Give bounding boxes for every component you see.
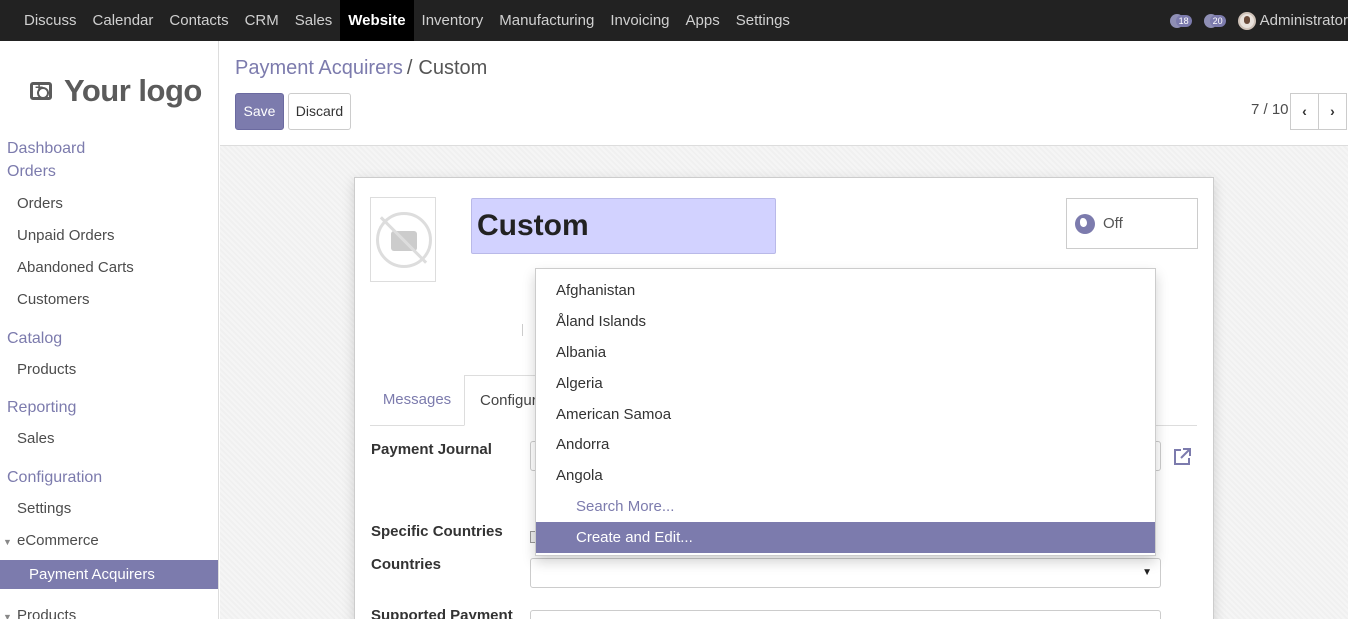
camera-plus-icon: +: [30, 79, 52, 100]
sidebar-heading-configuration: Configuration: [7, 469, 103, 486]
activity-button[interactable]: 18: [1169, 13, 1192, 28]
external-link-icon[interactable]: [1172, 447, 1192, 467]
sidebar-item-products-config[interactable]: Products: [17, 607, 76, 619]
messages-count-badge: 20: [1209, 14, 1226, 27]
discard-button[interactable]: Discard: [288, 93, 351, 130]
caret-down-icon: ▼: [1142, 567, 1152, 578]
toggle-label: Off: [1103, 215, 1123, 232]
sidebar-item-unpaid-orders[interactable]: Unpaid Orders: [17, 227, 115, 244]
sidebar-item-customers[interactable]: Customers: [17, 291, 90, 308]
chevron-left-icon: ‹: [1302, 103, 1307, 119]
countries-autocomplete-dropdown: Afghanistan Åland Islands Albania Algeri…: [535, 268, 1156, 556]
user-name: Administrator: [1259, 12, 1348, 29]
supported-payment-field[interactable]: [530, 610, 1161, 619]
messages-button[interactable]: 20: [1203, 13, 1226, 28]
dropdown-option[interactable]: Andorra: [536, 429, 1155, 460]
pager-next-button[interactable]: ›: [1318, 93, 1347, 130]
breadcrumb-current: Custom: [418, 57, 488, 79]
dropdown-option[interactable]: Afghanistan: [536, 275, 1155, 306]
sidebar-heading-orders: Orders: [7, 163, 56, 180]
menu-website[interactable]: Website: [340, 0, 414, 41]
sidebar-item-sales[interactable]: Sales: [17, 430, 55, 447]
caret-down-icon: ▼: [3, 537, 12, 547]
menu-sales[interactable]: Sales: [287, 0, 341, 41]
pager-value: 7 / 10: [1251, 101, 1289, 118]
avatar: [1237, 11, 1256, 30]
dropdown-option[interactable]: Algeria: [536, 368, 1155, 399]
supported-payment-label: Supported Payment: [371, 607, 513, 619]
breadcrumb: Payment Acquirers / Custom: [235, 57, 487, 80]
field-divider: [522, 324, 523, 336]
sidebar-item-abandoned-carts[interactable]: Abandoned Carts: [17, 259, 134, 276]
create-and-edit-option[interactable]: Create and Edit...: [536, 522, 1155, 553]
tab-configuration[interactable]: Configuration: [464, 375, 544, 426]
sidebar-heading-catalog: Catalog: [7, 330, 63, 347]
breadcrumb-parent[interactable]: Payment Acquirers: [235, 57, 403, 79]
caret-down-icon: ▼: [3, 612, 12, 619]
menu-apps[interactable]: Apps: [678, 0, 728, 41]
menu-invoicing[interactable]: Invoicing: [602, 0, 677, 41]
save-button[interactable]: Save: [235, 93, 284, 130]
menu-discuss[interactable]: Discuss: [16, 0, 85, 41]
user-menu[interactable]: Administrator: [1237, 11, 1348, 30]
name-input[interactable]: Custom: [471, 198, 776, 254]
tab-messages[interactable]: Messages: [370, 375, 464, 426]
sidebar-item-payment-acquirers[interactable]: Payment Acquirers: [0, 560, 218, 589]
menu-inventory[interactable]: Inventory: [414, 0, 492, 41]
breadcrumb-separator: /: [406, 57, 413, 79]
menu-crm[interactable]: CRM: [237, 0, 287, 41]
menu-contacts[interactable]: Contacts: [161, 0, 236, 41]
sidebar-item-products[interactable]: Products: [17, 361, 76, 378]
sidebar-heading-reporting: Reporting: [7, 399, 77, 416]
sidebar-item-dashboard[interactable]: Dashboard: [7, 140, 85, 158]
pager-previous-button[interactable]: ‹: [1290, 93, 1319, 130]
search-more-option[interactable]: Search More...: [536, 491, 1155, 522]
menu-manufacturing[interactable]: Manufacturing: [491, 0, 602, 41]
dropdown-option[interactable]: American Samoa: [536, 399, 1155, 430]
dropdown-option[interactable]: Angola: [536, 460, 1155, 491]
website-published-toggle[interactable]: Off: [1066, 198, 1198, 249]
company-logo[interactable]: + Your logo: [30, 73, 202, 109]
payment-journal-label: Payment Journal: [371, 441, 492, 458]
menu-settings[interactable]: Settings: [728, 0, 798, 41]
sidebar-item-ecommerce[interactable]: eCommerce: [17, 532, 99, 549]
top-navbar: Discuss Calendar Contacts CRM Sales Webs…: [0, 0, 1348, 41]
sidebar: + Your logo Dashboard Orders Orders Unpa…: [0, 41, 219, 619]
chevron-right-icon: ›: [1330, 103, 1335, 119]
countries-label: Countries: [371, 556, 442, 573]
sidebar-item-orders[interactable]: Orders: [17, 195, 63, 212]
logo-text: Your logo: [64, 73, 202, 108]
app-menu: Discuss Calendar Contacts CRM Sales Webs…: [0, 0, 798, 41]
dropdown-option[interactable]: Åland Islands: [536, 306, 1155, 337]
systray: 18 20 Administrator: [1169, 0, 1348, 41]
specific-countries-label: Specific Countries: [371, 523, 503, 540]
menu-calendar[interactable]: Calendar: [85, 0, 162, 41]
globe-icon: [1075, 213, 1095, 234]
activity-count-badge: 18: [1175, 14, 1192, 27]
image-field[interactable]: [370, 197, 436, 282]
sidebar-item-settings[interactable]: Settings: [17, 500, 71, 517]
dropdown-option[interactable]: Albania: [536, 337, 1155, 368]
countries-input[interactable]: ▼: [530, 558, 1161, 588]
